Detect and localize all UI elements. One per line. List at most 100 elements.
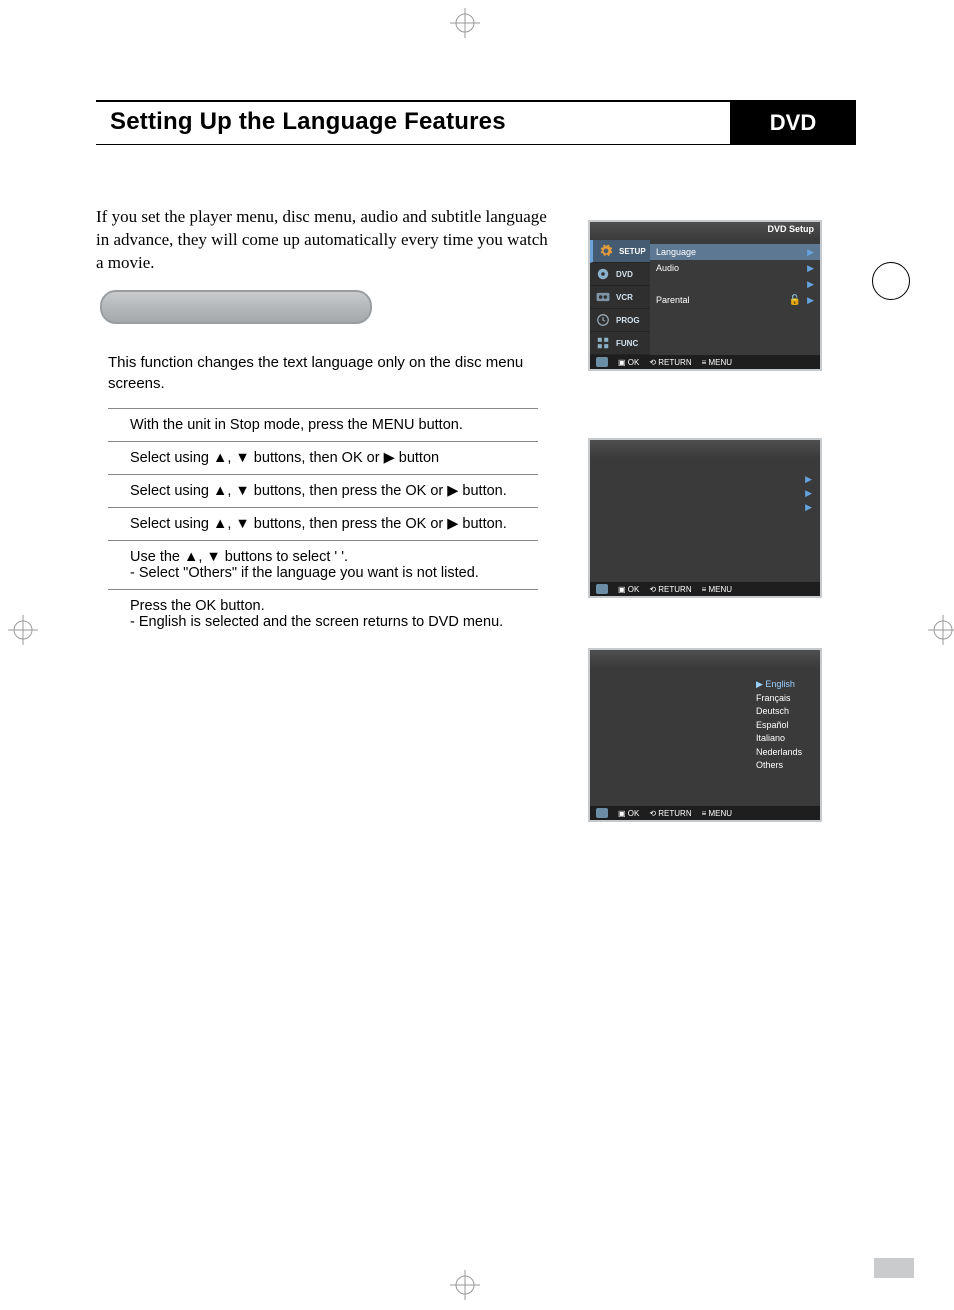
language-label: Deutsch [756,706,789,716]
sidebar-item-label: DVD [616,270,633,279]
menu-row[interactable]: ▶ [598,472,812,486]
nav-pad-icon [596,357,608,367]
step-4: Select using ▲, ▼ buttons, then press th… [108,507,538,540]
step-text: Select using ▲, ▼ buttons, then press th… [130,483,507,499]
step-6: Press the OK button. - English is select… [108,589,538,638]
tape-icon [594,288,612,306]
step-1: With the unit in Stop mode, press the ME… [108,408,538,441]
osd-titlebar [590,650,820,668]
disc-icon [594,265,612,283]
grid-icon [594,334,612,352]
osd-bottom-bar: ▣ OK ⟲ RETURN ≡ MENU [590,806,820,820]
sidebar-item-label: VCR [616,293,633,302]
hint-ok: ▣ OK [618,358,639,367]
selected-marker: ▶ [756,679,763,689]
language-label: Nederlands [756,747,802,757]
language-option-nederlands[interactable]: Nederlands [756,746,802,760]
step-text: Use the ▲, ▼ buttons to select ' '. - Se… [130,549,479,581]
hint-menu: ≡ MENU [702,585,732,594]
osd-titlebar [590,440,820,458]
osd-sidebar: SETUP DVD VCR PROG FUNC [590,240,650,355]
language-option-italiano[interactable]: Italiano [756,732,802,746]
language-label: Italiano [756,733,785,743]
nav-pad-icon [596,808,608,818]
page-title: Setting Up the Language Features [96,102,730,144]
page-header: Setting Up the Language Features DVD [96,100,856,145]
menu-row[interactable]: ▶ [598,500,812,514]
sidebar-item-label: PROG [616,316,640,325]
dvd-badge: DVD [730,100,856,145]
step-text: Select using ▲, ▼ buttons, then OK or ▶ … [130,450,439,466]
chevron-right-icon: ▶ [807,295,814,306]
hint-menu: ≡ MENU [702,809,732,818]
osd-bottom-bar: ▣ OK ⟲ RETURN ≡ MENU [590,355,820,369]
hint-ok: ▣ OK [618,809,639,818]
osd-language-list: ▶ English Français Deutsch Español Itali… [590,650,820,820]
osd-titlebar: DVD Setup [590,222,820,240]
step-text: With the unit in Stop mode, press the ME… [130,417,463,433]
language-list: ▶ English Français Deutsch Español Itali… [756,678,802,773]
language-option-deutsch[interactable]: Deutsch [756,705,802,719]
osd-bottom-bar: ▣ OK ⟲ RETURN ≡ MENU [590,582,820,596]
hint-return: ⟲ RETURN [649,585,691,594]
intro-paragraph: If you set the player menu, disc menu, a… [96,206,556,275]
hint-return: ⟲ RETURN [649,809,691,818]
sidebar-item-label: SETUP [619,247,646,256]
crop-mark-top [450,8,480,38]
menu-row[interactable]: ▶ [598,486,812,500]
chevron-right-icon: ▶ [805,474,812,485]
chevron-right-icon: ▶ [805,502,812,513]
menu-row-label: Parental [656,295,690,305]
hint-menu: ≡ MENU [702,358,732,367]
language-label: Español [756,720,789,730]
osd-title: DVD Setup [767,224,814,234]
osd-content: Language ▶ Audio ▶ ▶ Parental 🔓 ▶ [650,240,820,355]
function-description: This function changes the text language … [108,352,528,394]
crop-mark-bottom [450,1270,480,1300]
page-title-wrap: Setting Up the Language Features [96,100,730,145]
step-text: Select using ▲, ▼ buttons, then press th… [130,516,507,532]
sidebar-item-dvd[interactable]: DVD [590,263,650,286]
sidebar-item-setup[interactable]: SETUP [590,240,650,263]
language-option-espanol[interactable]: Español [756,719,802,733]
osd-language-submenu: ▶ ▶ ▶ ▣ OK ⟲ RETURN ≡ MENU [590,440,820,596]
language-option-english[interactable]: ▶ English [756,678,802,692]
sidebar-item-vcr[interactable]: VCR [590,286,650,309]
steps-list: With the unit in Stop mode, press the ME… [108,408,538,638]
language-option-others[interactable]: Others [756,759,802,773]
menu-row-empty: ▶ [656,276,814,292]
language-label: English [765,679,795,689]
clock-icon [594,311,612,329]
step-2: Select using ▲, ▼ buttons, then OK or ▶ … [108,441,538,474]
gear-icon [597,242,615,260]
step-text: Press the OK button. - English is select… [130,598,503,630]
language-label: Français [756,693,791,703]
osd-dvd-setup: DVD Setup SETUP DVD VCR PROG [590,222,820,369]
step-5: Use the ▲, ▼ buttons to select ' '. - Se… [108,540,538,589]
chevron-right-icon: ▶ [807,279,814,290]
menu-row-parental[interactable]: Parental 🔓 ▶ [656,292,814,308]
chevron-right-icon: ▶ [807,247,814,258]
step-3: Select using ▲, ▼ buttons, then press th… [108,474,538,507]
menu-row-label: Audio [656,263,679,273]
hint-return: ⟲ RETURN [649,358,691,367]
sidebar-item-func[interactable]: FUNC [590,332,650,355]
language-option-francais[interactable]: Français [756,692,802,706]
nav-pad-icon [596,584,608,594]
hint-ok: ▣ OK [618,585,639,594]
sidebar-item-label: FUNC [616,339,638,348]
crop-mark-left [8,615,38,645]
osd-content: ▶ English Français Deutsch Español Itali… [590,668,820,826]
menu-row-label: Language [656,247,696,257]
lock-icon: 🔓 [789,295,801,306]
page-corner [874,1258,914,1278]
menu-row-language[interactable]: Language ▶ [650,244,820,260]
chevron-right-icon: ▶ [807,263,814,274]
osd-content: ▶ ▶ ▶ [590,458,820,582]
crop-mark-right [928,615,954,645]
menu-row-audio[interactable]: Audio ▶ [656,260,814,276]
sidebar-item-prog[interactable]: PROG [590,309,650,332]
language-label: Others [756,760,783,770]
subsection-pill [100,290,372,324]
tab-hole-icon [872,262,910,300]
